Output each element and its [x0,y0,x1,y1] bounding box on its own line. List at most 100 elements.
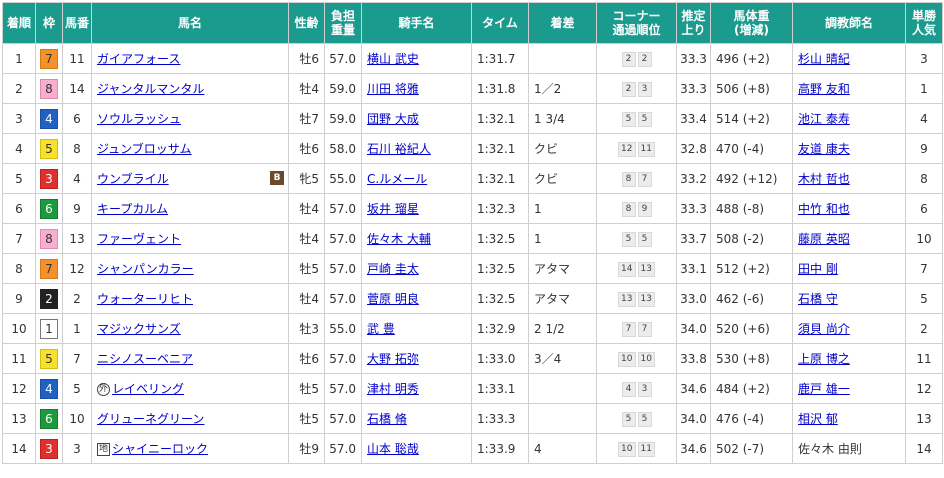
trainer-link[interactable]: 田中 剛 [798,262,838,276]
waku-badge: 6 [40,198,58,219]
table-row: 14 3 3 地シャイニーロック 牡9 57.0 山本 聡哉 1:33.9 4 10 11 34.6 5… [2,433,943,464]
jockey-link[interactable]: 石川 裕紀人 [367,142,431,156]
waku-badge: 3 [40,438,58,459]
rank-cell: 10 [2,313,36,344]
jockey-link[interactable]: 武 豊 [367,322,395,336]
horse-name-link[interactable]: ジュンブロッサム [97,142,192,156]
waku-badge: 2 [40,288,58,309]
bodyweight-cell: 496 (+2) [710,43,793,74]
trainer-cell: 木村 哲也 [792,163,906,194]
weight-cell: 57.0 [324,283,362,314]
sexage-cell: 牡4 [288,283,325,314]
trainer-link[interactable]: 池江 泰寿 [798,112,850,126]
horse-name-link[interactable]: ニシノスーベニア [97,352,193,366]
jockey-link[interactable]: 川田 将雅 [367,82,419,96]
table-row: 9 2 2 ウォーターリヒト 牡4 57.0 菅原 明良 1:32.5 アタマ 13 13 33.0 4… [2,283,943,314]
time-cell: 1:33.1 [471,373,529,404]
trainer-cell: 佐々木 由則 [792,433,906,464]
header-corner: コーナー 通過順位 [596,2,677,44]
trainer-cell: 上原 博之 [792,343,906,374]
trainer-link[interactable]: 杉山 晴紀 [798,52,850,66]
waku-badge: 6 [40,408,58,429]
last3f-cell: 34.6 [676,373,711,404]
jockey-link[interactable]: 横山 武史 [367,52,419,66]
jockey-link[interactable]: 石橋 脩 [367,412,407,426]
trainer-link[interactable]: 高野 友和 [798,82,850,96]
local-horse-icon: 地 [97,443,111,456]
horse-name-cell: ソウルラッシュ [91,103,289,134]
trainer-link[interactable]: 木村 哲也 [798,172,850,186]
bodyweight-cell: 508 (-2) [710,223,793,254]
time-cell: 1:31.8 [471,73,529,104]
waku-cell: 3 [35,433,63,464]
jockey-link[interactable]: 菅原 明良 [367,292,419,306]
last3f-cell: 34.6 [676,433,711,464]
trainer-link[interactable]: 須貝 尚介 [798,322,850,336]
corner-position: 5 [621,412,636,427]
header-last3f: 推定 上り [676,2,711,44]
trainer-cell: 友道 康夫 [792,133,906,164]
waku-cell: 7 [35,43,63,74]
horse-name-link[interactable]: ファーヴェント [97,232,181,246]
jockey-link[interactable]: 佐々木 大輔 [367,232,431,246]
jockey-link[interactable]: 坂井 瑠星 [367,202,419,216]
corner-position: 5 [621,232,636,247]
weight-cell: 59.0 [324,103,362,134]
trainer-link[interactable]: 上原 博之 [798,352,850,366]
horse-name-link[interactable]: ウンブライル [97,172,169,186]
weight-cell: 57.0 [324,43,362,74]
table-row: 13 6 10 グリューネグリーン 牡5 57.0 石橋 脩 1:33.3 5 5 34.0 476 … [2,403,943,434]
rank-cell: 9 [2,283,36,314]
trainer-link[interactable]: 藤原 英昭 [798,232,850,246]
horse-name-link[interactable]: シャンパンカラー [97,262,194,276]
foreign-horse-icon: 外 [97,383,111,396]
rank-cell: 1 [2,43,36,74]
bodyweight-cell: 502 (-7) [710,433,793,464]
horse-name-link[interactable]: レイベリング [112,382,184,396]
weight-cell: 57.0 [324,253,362,284]
rank-cell: 14 [2,433,36,464]
trainer-link[interactable]: 鹿戸 雄一 [798,382,850,396]
horse-name-link[interactable]: ガイアフォース [97,52,180,66]
header-rank: 着順 [2,2,36,44]
trainer-link[interactable]: 石橋 守 [798,292,838,306]
jockey-link[interactable]: 戸崎 圭太 [367,262,419,276]
trainer-cell: 杉山 晴紀 [792,43,906,74]
last3f-cell: 33.3 [676,193,711,224]
last3f-cell: 34.0 [676,403,711,434]
margin-cell: 1／2 [528,73,597,104]
waku-badge: 4 [40,378,58,399]
header-popularity: 単勝 人気 [905,2,943,44]
popularity-cell: 4 [905,103,943,134]
rank-cell: 7 [2,223,36,254]
horse-name-link[interactable]: シャイニーロック [112,442,208,456]
bodyweight-cell: 462 (-6) [710,283,793,314]
horse-name-link[interactable]: ジャンタルマンタル [97,82,204,96]
horse-name-link[interactable]: グリューネグリーン [97,412,204,426]
umaban-cell: 9 [62,193,92,224]
jockey-link[interactable]: 大野 拓弥 [367,352,419,366]
bodyweight-cell: 476 (-4) [710,403,793,434]
horse-name-link[interactable]: マジックサンズ [97,322,181,336]
trainer-link[interactable]: 相沢 郁 [798,412,838,426]
waku-cell: 2 [35,283,63,314]
jockey-link[interactable]: 山本 聡哉 [367,442,419,456]
trainer-cell: 池江 泰寿 [792,103,906,134]
jockey-link[interactable]: 津村 明秀 [367,382,419,396]
trainer-link[interactable]: 友道 康夫 [798,142,850,156]
margin-cell [528,403,597,434]
jockey-link[interactable]: 団野 大成 [367,112,419,126]
horse-name-link[interactable]: ウォーターリヒト [97,292,193,306]
weight-cell: 55.0 [324,163,362,194]
trainer-link[interactable]: 中竹 和也 [798,202,850,216]
horse-name-link[interactable]: キープカルム [97,202,168,216]
horse-name-link[interactable]: ソウルラッシュ [97,112,181,126]
corner-cell: 23 [596,73,677,104]
margin-cell: クビ [528,133,597,164]
jockey-link[interactable]: C.ルメール [367,172,427,186]
corner-position: 11 [637,142,655,157]
waku-cell: 8 [35,223,63,254]
margin-cell [528,373,597,404]
sexage-cell: 牡5 [288,403,325,434]
waku-cell: 4 [35,103,63,134]
